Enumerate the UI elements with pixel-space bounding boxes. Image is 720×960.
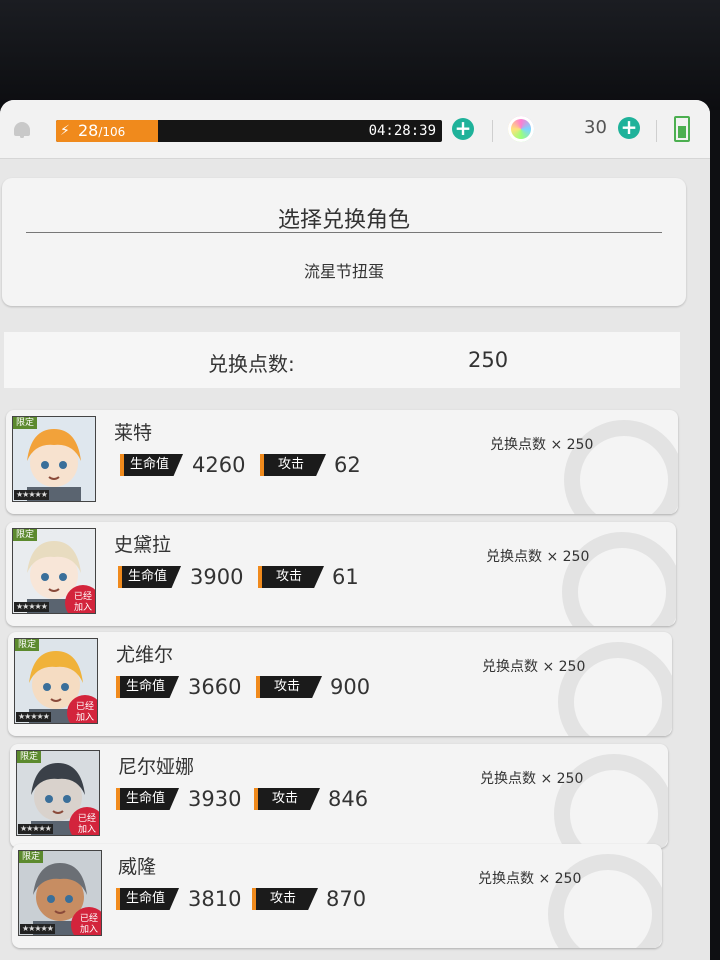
divider: [656, 120, 657, 142]
limited-badge: 限定: [13, 529, 38, 541]
star-rating: ★★★★★: [14, 490, 49, 500]
banner-name: 流星节扭蛋: [303, 262, 384, 281]
add-gems-button[interactable]: +: [618, 117, 640, 139]
joined-text: 加入: [79, 925, 98, 935]
character-portrait: 限定 ★★★★★ 已经 加入: [18, 850, 102, 936]
joined-text: 加入: [73, 603, 92, 613]
hp-label: 生命值: [116, 676, 180, 698]
gem-orb-icon: [508, 116, 534, 142]
top-status-bar: ⚡ 28/106 04:28:39 + 30 +: [0, 100, 710, 159]
character-portrait: 限定 ★★★★★ 已经 加入: [12, 528, 96, 614]
exchange-cost: 兑换点数 × 250: [486, 549, 590, 565]
device-bezel: [0, 0, 720, 110]
character-card[interactable]: 限定 ★★★★★ 已经 加入 史黛拉兑换点数 × 250 生命值 3900 攻击 61: [6, 522, 676, 626]
joined-text: 加入: [77, 825, 96, 835]
hp-value: 4260: [192, 453, 246, 477]
exchange-cost: 兑换点数 × 250: [482, 659, 586, 675]
hp-value: 3660: [188, 675, 242, 699]
limited-badge: 限定: [17, 751, 42, 763]
energy-timer: 04:28:39: [368, 123, 436, 139]
joined-text: 已经: [77, 814, 96, 824]
add-energy-button[interactable]: +: [452, 118, 474, 140]
attack-value: 846: [328, 787, 369, 811]
character-name: 威隆: [118, 856, 157, 878]
joined-badge: 已经 加入: [71, 907, 101, 935]
divider: [492, 120, 493, 142]
joined-text: 已经: [75, 702, 94, 712]
character-card[interactable]: 限定 ★★★★★ 莱特兑换点数 × 250 生命值 4260 攻击 62: [6, 410, 678, 514]
joined-text: 加入: [75, 713, 94, 723]
hp-label: 生命值: [116, 788, 180, 810]
attack-label: 攻击: [258, 566, 325, 588]
page-title: 选择兑换角色: [277, 208, 410, 233]
exchange-cost: 兑换点数 × 250: [478, 871, 582, 887]
character-portrait: 限定 ★★★★★ 已经 加入: [16, 750, 100, 836]
star-rating: ★★★★★: [18, 824, 53, 834]
limited-badge: 限定: [19, 851, 44, 863]
hp-label: 生命值: [116, 888, 180, 910]
points-value: 250: [468, 348, 509, 372]
joined-text: 已经: [73, 592, 92, 602]
character-name: 尤维尔: [116, 644, 174, 666]
joined-badge: 已经 加入: [67, 695, 97, 723]
hp-label: 生命值: [118, 566, 182, 588]
character-name: 史黛拉: [114, 534, 172, 556]
hp-label: 生命值: [120, 454, 184, 476]
character-portrait: 限定 ★★★★★ 已经 加入: [14, 638, 98, 724]
energy-max: /106: [98, 125, 126, 139]
star-rating: ★★★★★: [20, 924, 55, 934]
hp-value: 3810: [188, 887, 242, 911]
attack-label: 攻击: [254, 788, 321, 810]
selection-header-panel: 选择兑换角色 流星节扭蛋: [2, 178, 686, 306]
joined-badge: 已经 加入: [69, 807, 99, 835]
exchange-cost: 兑换点数 × 250: [490, 437, 594, 453]
limited-badge: 限定: [15, 639, 40, 651]
attack-label: 攻击: [256, 676, 323, 698]
attack-value: 900: [330, 675, 371, 699]
divider: [26, 232, 662, 233]
hp-value: 3900: [190, 565, 244, 589]
bell-icon[interactable]: [14, 122, 30, 138]
energy-current: 28: [78, 121, 99, 140]
exchange-points-row: 兑换点数: 250: [4, 332, 680, 388]
character-name: 莱特: [114, 422, 153, 444]
joined-text: 已经: [79, 914, 98, 924]
character-name: 尼尔娅娜: [118, 756, 195, 778]
attack-value: 61: [332, 565, 359, 589]
gem-count: 30: [584, 117, 607, 138]
lightning-icon: ⚡: [60, 123, 70, 139]
attack-value: 870: [326, 887, 367, 911]
battery-icon: [674, 116, 690, 142]
star-rating: ★★★★★: [14, 602, 49, 612]
game-screen: ⚡ 28/106 04:28:39 + 30 + 选择兑换角色 流星节扭蛋 兑换…: [0, 100, 710, 960]
character-card[interactable]: 限定 ★★★★★ 已经 加入 威隆兑换点数 × 250 生命值 3810 攻击 870: [12, 844, 662, 948]
attack-value: 62: [334, 453, 361, 477]
hp-value: 3930: [188, 787, 242, 811]
character-portrait: 限定 ★★★★★: [12, 416, 96, 502]
exchange-cost: 兑换点数 × 250: [480, 771, 584, 787]
star-rating: ★★★★★: [16, 712, 51, 722]
character-card[interactable]: 限定 ★★★★★ 已经 加入 尼尔娅娜兑换点数 × 250 生命值 3930 攻击 846: [10, 744, 668, 848]
character-card[interactable]: 限定 ★★★★★ 已经 加入 尤维尔兑换点数 × 250 生命值 3660 攻击 900: [8, 632, 672, 736]
attack-label: 攻击: [260, 454, 327, 476]
attack-label: 攻击: [252, 888, 319, 910]
joined-badge: 已经 加入: [65, 585, 95, 613]
energy-count: 28/106: [78, 121, 125, 142]
energy-bar: ⚡ 28/106 04:28:39: [56, 120, 442, 142]
limited-badge: 限定: [13, 417, 38, 429]
points-label: 兑换点数:: [208, 352, 295, 376]
